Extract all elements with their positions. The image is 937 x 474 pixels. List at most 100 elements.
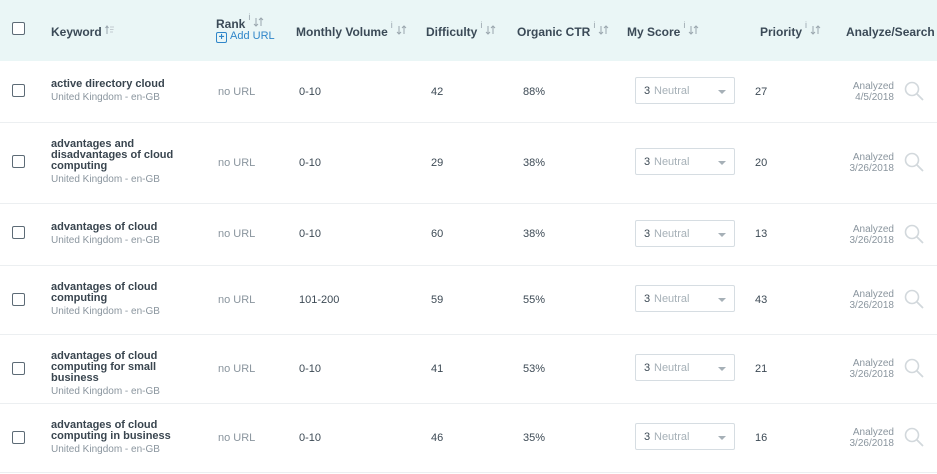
analyzed-date: 3/26/2018 — [849, 163, 895, 174]
my-score-select[interactable]: 3 Neutral — [635, 354, 735, 381]
score-label: Neutral — [654, 293, 690, 305]
organic-ctr-info-icon[interactable]: i — [593, 20, 595, 30]
sort-icon[interactable] — [396, 22, 407, 40]
search-icon[interactable] — [904, 81, 924, 106]
analyzed-label: Analyzed — [852, 224, 894, 235]
analyzed-date: 3/26/2018 — [849, 369, 895, 380]
analyzed-label: Analyzed — [852, 358, 894, 369]
column-difficulty[interactable]: Difficultyi — [426, 20, 496, 41]
plus-icon: + — [216, 32, 227, 43]
column-keyword[interactable]: Keyword — [51, 23, 115, 41]
priority-cell: 16 — [755, 432, 768, 444]
keyword-locale: United Kingdom - en-GB — [51, 386, 160, 397]
keyword-cell[interactable]: advantages of cloud computing for small … — [51, 351, 201, 398]
row-checkbox[interactable] — [12, 155, 25, 168]
add-url-link[interactable]: + Add URL — [216, 30, 275, 43]
search-icon[interactable] — [904, 152, 924, 177]
sort-icon[interactable] — [485, 22, 496, 40]
column-keyword-label: Keyword — [51, 25, 102, 40]
row-checkbox[interactable] — [12, 362, 25, 375]
keyword-text[interactable]: advantages of cloud computing for small … — [51, 351, 201, 384]
my-score-select[interactable]: 3 Neutral — [635, 285, 735, 312]
search-icon[interactable] — [904, 358, 924, 383]
column-priority-label: Priority — [760, 25, 803, 40]
score-value: 3 — [644, 431, 651, 443]
priority-cell: 13 — [755, 228, 768, 240]
keyword-text[interactable]: advantages of cloud — [51, 222, 201, 233]
column-analyze-search: Analyze/Search — [846, 23, 935, 41]
search-icon[interactable] — [904, 427, 924, 452]
column-organic-ctr[interactable]: Organic CTRi — [517, 20, 609, 41]
analyzed-label: Analyzed — [852, 152, 894, 163]
column-difficulty-label: Difficulty — [426, 25, 478, 40]
table-row: active directory cloud United Kingdom - … — [0, 61, 937, 123]
priority-cell: 43 — [755, 294, 768, 306]
row-checkbox[interactable] — [12, 293, 25, 306]
analyzed-status: Analyzed 3/26/2018 — [830, 358, 895, 380]
search-icon[interactable] — [904, 224, 924, 249]
keyword-locale: United Kingdom - en-GB — [51, 174, 160, 185]
table-row: advantages of cloud United Kingdom - en-… — [0, 204, 937, 266]
score-value: 3 — [644, 293, 651, 305]
organic-ctr-cell: 35% — [523, 432, 546, 444]
monthly-volume-cell: 101-200 — [299, 294, 340, 306]
sort-icon[interactable] — [810, 22, 821, 40]
column-priority[interactable]: Priorityi — [760, 20, 821, 41]
keyword-cell[interactable]: advantages of cloud computing in busines… — [51, 420, 201, 456]
column-organic-ctr-label: Organic CTR — [517, 25, 591, 40]
keyword-locale: United Kingdom - en-GB — [51, 92, 160, 103]
my-score-select[interactable]: 3 Neutral — [635, 77, 735, 104]
keyword-cell[interactable]: advantages and disadvantages of cloud co… — [51, 139, 201, 186]
monthly-volume-info-icon[interactable]: i — [391, 20, 393, 30]
keyword-locale: United Kingdom - en-GB — [51, 235, 160, 246]
row-checkbox[interactable] — [12, 431, 25, 444]
column-my-score-label: My Score — [627, 25, 681, 40]
select-all-checkbox[interactable] — [12, 22, 25, 35]
row-checkbox[interactable] — [12, 84, 25, 97]
organic-ctr-cell: 38% — [523, 228, 546, 240]
column-analyze-search-label: Analyze/Search — [846, 25, 935, 39]
chevron-down-icon — [718, 233, 726, 237]
analyzed-status: Analyzed 3/26/2018 — [830, 224, 895, 246]
rank-cell: no URL — [218, 294, 256, 306]
priority-info-icon[interactable]: i — [805, 20, 807, 30]
my-score-select[interactable]: 3 Neutral — [635, 220, 735, 247]
row-checkbox[interactable] — [12, 226, 25, 239]
rank-cell: no URL — [218, 363, 256, 375]
score-value: 3 — [644, 85, 651, 97]
column-monthly-volume[interactable]: Monthly Volumei — [296, 20, 407, 41]
score-label: Neutral — [654, 431, 690, 443]
score-value: 3 — [644, 228, 651, 240]
analyzed-status: Analyzed 3/26/2018 — [830, 289, 895, 311]
analyzed-label: Analyzed — [852, 289, 894, 300]
keyword-cell[interactable]: active directory cloud United Kingdom - … — [51, 79, 201, 104]
chevron-down-icon — [718, 367, 726, 371]
keyword-text[interactable]: advantages of cloud computing — [51, 282, 201, 304]
sort-alpha-icon[interactable] — [104, 22, 115, 40]
sort-icon[interactable] — [688, 22, 699, 40]
analyzed-date: 4/5/2018 — [855, 92, 894, 103]
keyword-cell[interactable]: advantages of cloud computing United Kin… — [51, 282, 201, 318]
keyword-cell[interactable]: advantages of cloud United Kingdom - en-… — [51, 222, 201, 247]
keyword-text[interactable]: active directory cloud — [51, 79, 201, 90]
chevron-down-icon — [718, 90, 726, 94]
analyzed-status: Analyzed 3/26/2018 — [830, 427, 895, 449]
difficulty-cell: 41 — [431, 363, 444, 375]
difficulty-cell: 42 — [431, 86, 444, 98]
keyword-text[interactable]: advantages of cloud computing in busines… — [51, 420, 201, 442]
difficulty-info-icon[interactable]: i — [480, 20, 482, 30]
table-row: advantages of cloud computing for small … — [0, 335, 937, 404]
sort-icon[interactable] — [598, 22, 609, 40]
rank-info-icon[interactable]: i — [248, 12, 250, 22]
table-row: advantages of cloud computing United Kin… — [0, 266, 937, 335]
my-score-select[interactable]: 3 Neutral — [635, 148, 735, 175]
my-score-select[interactable]: 3 Neutral — [635, 423, 735, 450]
organic-ctr-cell: 55% — [523, 294, 546, 306]
column-my-score[interactable]: My Scorei — [627, 20, 699, 41]
monthly-volume-cell: 0-10 — [299, 363, 322, 375]
rank-cell: no URL — [218, 86, 256, 98]
keyword-text[interactable]: advantages and disadvantages of cloud co… — [51, 139, 201, 172]
my-score-info-icon[interactable]: i — [683, 20, 685, 30]
monthly-volume-cell: 0-10 — [299, 432, 322, 444]
search-icon[interactable] — [904, 289, 924, 314]
